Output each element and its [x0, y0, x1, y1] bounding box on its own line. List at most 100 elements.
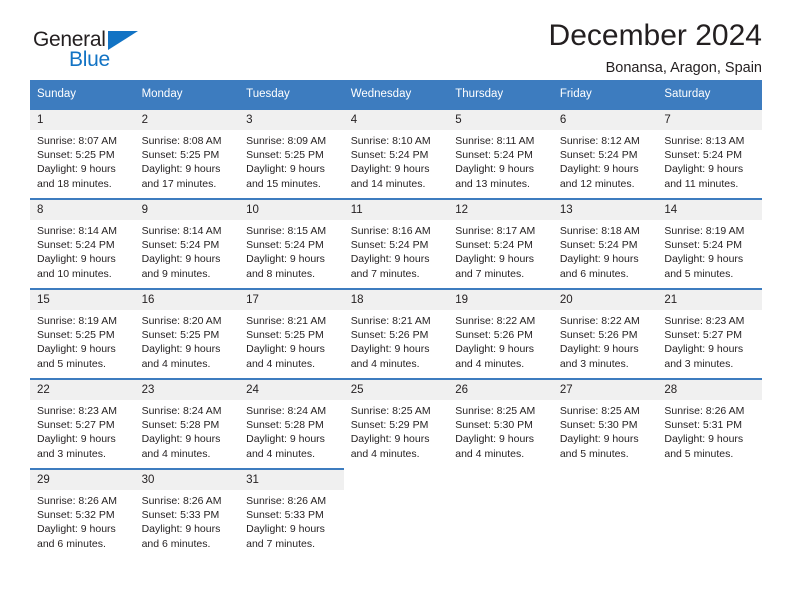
day-details: Sunrise: 8:26 AM Sunset: 5:31 PM Daylight:…	[657, 400, 762, 461]
day-details: Sunrise: 8:25 AM Sunset: 5:30 PM Daylight:…	[553, 400, 658, 461]
daylight-text-line2: and 4 minutes.	[141, 447, 211, 460]
brand-logo[interactable]: General Blue	[33, 28, 173, 76]
sunrise-text: Sunrise: 8:15 AM	[246, 225, 327, 237]
calendar-day-cell[interactable]: 23 Sunrise: 8:24 AM Sunset: 5:28 PM Dayligh…	[134, 378, 240, 469]
calendar-day-cell[interactable]: 31 Sunrise: 8:26 AM Sunset: 5:33 PM Dayligh…	[239, 468, 344, 558]
weekday-header-row: Sunday Monday Tuesday Wednesday Thursday…	[30, 80, 762, 109]
day-details: Sunrise: 8:08 AM Sunset: 5:25 PM Daylight:…	[135, 130, 240, 191]
calendar-day-cell[interactable]: 20 Sunrise: 8:22 AM Sunset: 5:26 PM Dayligh…	[552, 288, 658, 379]
day-number: 29	[30, 470, 135, 490]
calendar-day-cell[interactable]: 1 Sunrise: 8:07 AM Sunset: 5:25 PM Daylight…	[30, 108, 135, 199]
day-number: 27	[552, 380, 658, 400]
calendar-day-cell[interactable]: 2 Sunrise: 8:08 AM Sunset: 5:25 PM Daylight…	[134, 108, 240, 199]
sunset-text: Sunset: 5:30 PM	[559, 419, 638, 432]
sunrise-text: Sunrise: 8:21 AM	[350, 315, 431, 327]
day-details: Sunrise: 8:22 AM Sunset: 5:26 PM Daylight:…	[553, 310, 658, 371]
daylight-text-line1: Daylight: 9 hours	[350, 343, 430, 356]
calendar-day-cell[interactable]: 6 Sunrise: 8:12 AM Sunset: 5:24 PM Daylight…	[552, 108, 658, 199]
calendar-day-cell[interactable]: 27 Sunrise: 8:25 AM Sunset: 5:30 PM Dayligh…	[552, 378, 658, 469]
calendar-day-cell[interactable]: 18 Sunrise: 8:21 AM Sunset: 5:26 PM Dayligh…	[343, 288, 449, 379]
daylight-text-line2: and 5 minutes.	[559, 447, 629, 460]
triangle-icon	[108, 31, 138, 50]
daylight-text-line1: Daylight: 9 hours	[141, 253, 221, 266]
calendar-day-cell[interactable]: 30 Sunrise: 8:26 AM Sunset: 5:33 PM Dayligh…	[134, 468, 240, 558]
calendar-week-row: 8 Sunrise: 8:14 AM Sunset: 5:24 PM Daylight…	[30, 198, 762, 289]
calendar-day-cell[interactable]: 3 Sunrise: 8:09 AM Sunset: 5:25 PM Daylight…	[239, 108, 344, 199]
calendar-day-cell[interactable]: 21 Sunrise: 8:23 AM Sunset: 5:27 PM Dayligh…	[657, 288, 762, 379]
day-details: Sunrise: 8:14 AM Sunset: 5:24 PM Daylight:…	[30, 220, 135, 281]
calendar-day-cell[interactable]: 11 Sunrise: 8:16 AM Sunset: 5:24 PM Dayligh…	[343, 198, 449, 289]
calendar-day-cell[interactable]: 24 Sunrise: 8:24 AM Sunset: 5:28 PM Dayligh…	[239, 378, 344, 469]
day-details: Sunrise: 8:15 AM Sunset: 5:24 PM Daylight:…	[239, 220, 344, 281]
day-number: 4	[343, 110, 449, 130]
sunset-text: Sunset: 5:24 PM	[246, 239, 324, 252]
sunset-text: Sunset: 5:24 PM	[559, 239, 638, 252]
calendar-day-cell[interactable]: 19 Sunrise: 8:22 AM Sunset: 5:26 PM Dayligh…	[448, 288, 553, 379]
sunset-text: Sunset: 5:24 PM	[455, 149, 533, 162]
sunrise-text: Sunrise: 8:26 AM	[246, 495, 327, 507]
calendar-day-cell[interactable]: 8 Sunrise: 8:14 AM Sunset: 5:24 PM Daylight…	[30, 198, 135, 289]
sunrise-text: Sunrise: 8:14 AM	[141, 225, 222, 237]
sunrise-text: Sunrise: 8:17 AM	[455, 225, 536, 237]
calendar-table: Sunday Monday Tuesday Wednesday Thursday…	[30, 80, 762, 558]
calendar-day-cell[interactable]: 15 Sunrise: 8:19 AM Sunset: 5:25 PM Dayligh…	[30, 288, 135, 379]
day-number: 1	[30, 110, 135, 130]
calendar-day-cell[interactable]: 9 Sunrise: 8:14 AM Sunset: 5:24 PM Daylight…	[134, 198, 240, 289]
daylight-text-line2: and 9 minutes.	[141, 267, 211, 280]
calendar-day-cell[interactable]: 29 Sunrise: 8:26 AM Sunset: 5:32 PM Dayligh…	[30, 468, 135, 558]
calendar-day-cell[interactable]: 14 Sunrise: 8:19 AM Sunset: 5:24 PM Dayligh…	[657, 198, 762, 289]
daylight-text-line1: Daylight: 9 hours	[141, 433, 221, 446]
calendar-week-row: 29 Sunrise: 8:26 AM Sunset: 5:32 PM Dayligh…	[30, 468, 762, 558]
daylight-text-line2: and 4 minutes.	[455, 447, 525, 460]
daylight-text-line1: Daylight: 9 hours	[141, 523, 221, 536]
day-details: Sunrise: 8:26 AM Sunset: 5:33 PM Daylight:…	[135, 490, 240, 551]
day-number: 28	[657, 380, 762, 400]
daylight-text-line2: and 4 minutes.	[141, 357, 211, 370]
calendar-day-cell[interactable]: 10 Sunrise: 8:15 AM Sunset: 5:24 PM Dayligh…	[239, 198, 344, 289]
day-number: 11	[343, 200, 449, 220]
calendar-day-cell[interactable]: 25 Sunrise: 8:25 AM Sunset: 5:29 PM Dayligh…	[343, 378, 449, 469]
sunrise-text: Sunrise: 8:26 AM	[37, 495, 117, 507]
calendar-day-cell[interactable]: 28 Sunrise: 8:26 AM Sunset: 5:31 PM Dayligh…	[657, 378, 762, 469]
daylight-text-line2: and 4 minutes.	[246, 447, 316, 460]
sunset-text: Sunset: 5:24 PM	[664, 239, 743, 252]
daylight-text-line2: and 5 minutes.	[664, 447, 734, 460]
daylight-text-line2: and 3 minutes.	[664, 357, 734, 370]
daylight-text-line1: Daylight: 9 hours	[246, 433, 325, 446]
calendar-day-cell[interactable]: 13 Sunrise: 8:18 AM Sunset: 5:24 PM Dayligh…	[552, 198, 658, 289]
day-number: 26	[448, 380, 553, 400]
sunset-text: Sunset: 5:33 PM	[246, 509, 324, 522]
day-details: Sunrise: 8:22 AM Sunset: 5:26 PM Daylight:…	[448, 310, 553, 371]
day-details: Sunrise: 8:20 AM Sunset: 5:25 PM Daylight:…	[135, 310, 240, 371]
day-details: Sunrise: 8:07 AM Sunset: 5:25 PM Daylight:…	[30, 130, 135, 191]
sunrise-text: Sunrise: 8:26 AM	[664, 405, 745, 417]
day-number: 3	[239, 110, 344, 130]
calendar-day-cell-empty	[343, 468, 449, 558]
calendar-day-cell[interactable]: 5 Sunrise: 8:11 AM Sunset: 5:24 PM Daylight…	[448, 108, 553, 199]
sunset-text: Sunset: 5:26 PM	[350, 329, 429, 342]
day-number: 19	[448, 290, 553, 310]
sunset-text: Sunset: 5:28 PM	[246, 419, 324, 432]
day-details: Sunrise: 8:19 AM Sunset: 5:25 PM Daylight:…	[30, 310, 135, 371]
sunrise-text: Sunrise: 8:14 AM	[37, 225, 117, 237]
day-number: 30	[134, 470, 240, 490]
calendar-day-cell[interactable]: 16 Sunrise: 8:20 AM Sunset: 5:25 PM Dayligh…	[134, 288, 240, 379]
calendar-day-cell[interactable]: 17 Sunrise: 8:21 AM Sunset: 5:25 PM Dayligh…	[239, 288, 344, 379]
sunset-text: Sunset: 5:31 PM	[664, 419, 743, 432]
sunrise-text: Sunrise: 8:24 AM	[246, 405, 327, 417]
daylight-text-line1: Daylight: 9 hours	[246, 253, 325, 266]
calendar-day-cell[interactable]: 7 Sunrise: 8:13 AM Sunset: 5:24 PM Daylight…	[657, 108, 762, 199]
sunrise-text: Sunrise: 8:22 AM	[455, 315, 536, 327]
day-details: Sunrise: 8:09 AM Sunset: 5:25 PM Daylight:…	[239, 130, 344, 191]
day-details: Sunrise: 8:19 AM Sunset: 5:24 PM Daylight:…	[657, 220, 762, 281]
calendar-day-cell[interactable]: 12 Sunrise: 8:17 AM Sunset: 5:24 PM Dayligh…	[448, 198, 553, 289]
daylight-text-line1: Daylight: 9 hours	[141, 163, 221, 176]
weekday-header-tuesday: Tuesday	[239, 80, 344, 109]
sunset-text: Sunset: 5:25 PM	[141, 329, 220, 342]
daylight-text-line1: Daylight: 9 hours	[559, 433, 639, 446]
calendar-day-cell[interactable]: 4 Sunrise: 8:10 AM Sunset: 5:24 PM Daylight…	[343, 108, 449, 199]
calendar-day-cell[interactable]: 26 Sunrise: 8:25 AM Sunset: 5:30 PM Dayligh…	[448, 378, 553, 469]
calendar-day-cell[interactable]: 22 Sunrise: 8:23 AM Sunset: 5:27 PM Dayligh…	[30, 378, 135, 469]
sunset-text: Sunset: 5:27 PM	[664, 329, 743, 342]
daylight-text-line2: and 13 minutes.	[455, 177, 530, 190]
